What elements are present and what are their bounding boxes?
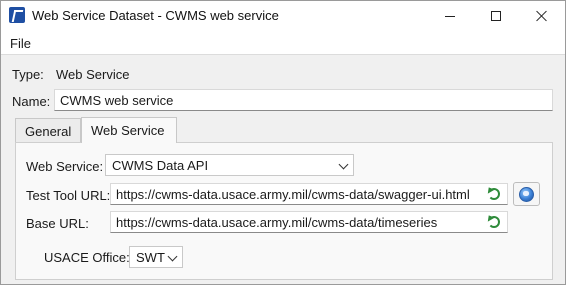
dialog-window: Web Service Dataset - CWMS web service F… <box>0 0 566 285</box>
menu-bar: File <box>1 31 565 54</box>
tab-general[interactable]: General <box>15 118 81 143</box>
close-icon <box>536 10 548 22</box>
chevron-down-icon <box>338 159 349 170</box>
tab-web-service[interactable]: Web Service <box>81 117 177 143</box>
test-tool-url-text: https://cwms-data.usace.army.mil/cwms-da… <box>116 187 470 202</box>
usace-office-label: USACE Office: <box>44 250 130 265</box>
test-tool-url-label: Test Tool URL: <box>26 188 111 203</box>
usace-office-select[interactable]: SWT <box>129 246 183 268</box>
test-tool-url-input[interactable]: https://cwms-data.usace.army.mil/cwms-da… <box>110 183 508 205</box>
close-button[interactable] <box>519 1 565 31</box>
base-url-text: https://cwms-data.usace.army.mil/cwms-da… <box>116 215 438 230</box>
menu-divider <box>1 54 565 55</box>
base-url-label: Base URL: <box>26 216 89 231</box>
open-test-tool-button[interactable] <box>513 182 540 206</box>
menu-file[interactable]: File <box>10 36 31 51</box>
minimize-button[interactable] <box>427 1 473 31</box>
web-service-select[interactable]: CWMS Data API <box>105 154 354 176</box>
title-bar[interactable]: Web Service Dataset - CWMS web service <box>1 1 565 31</box>
usace-office-selected-value: SWT <box>136 250 165 265</box>
name-input[interactable]: CWMS web service <box>54 89 553 111</box>
maximize-icon <box>491 11 501 21</box>
globe-icon <box>519 186 534 202</box>
type-value: Web Service <box>56 67 130 82</box>
app-logo-icon <box>9 7 25 23</box>
window-title: Web Service Dataset - CWMS web service <box>32 8 279 23</box>
type-label: Type: <box>12 67 44 82</box>
web-service-selected-value: CWMS Data API <box>112 158 209 173</box>
maximize-button[interactable] <box>473 1 519 31</box>
chevron-down-icon <box>167 251 178 262</box>
base-url-input[interactable]: https://cwms-data.usace.army.mil/cwms-da… <box>110 211 508 233</box>
name-label: Name: <box>12 94 51 109</box>
reset-base-url-icon[interactable] <box>488 216 500 228</box>
minimize-icon <box>445 15 455 17</box>
web-service-label: Web Service: <box>26 159 104 174</box>
reset-test-tool-url-icon[interactable] <box>488 188 500 200</box>
